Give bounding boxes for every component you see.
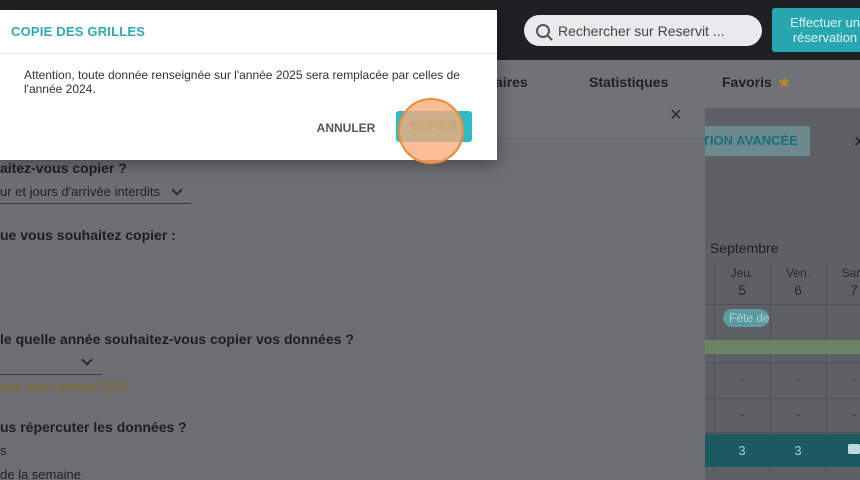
stock-value[interactable]: 3 (716, 443, 768, 458)
grid-line (705, 304, 860, 305)
year-select-underline[interactable] (0, 374, 102, 375)
day-header: Jeu. 5 (716, 266, 768, 298)
day-number: 5 (738, 282, 746, 298)
search-placeholder: Rechercher sur Reservit ... (558, 22, 725, 39)
cell-value: - (852, 372, 856, 386)
cell-value: - (852, 407, 856, 421)
day-name: Ven. (785, 266, 811, 280)
day-header: Ven. 6 (772, 266, 824, 298)
modal-warning-text: Attention, toute donnée renseignée sur l… (24, 68, 460, 96)
tab-favorites-label: Favoris (722, 74, 772, 90)
reserve-label-line1: Effectuer un (790, 15, 860, 30)
select-underline (0, 203, 191, 204)
grid-line (705, 398, 860, 399)
lock-icon (848, 444, 860, 454)
cell-value: - (740, 372, 744, 386)
tab-statistics[interactable]: Statistiques (589, 74, 668, 90)
chevron-down-icon[interactable] (171, 184, 183, 196)
question-apply-data: us répercuter les données ? (0, 419, 187, 435)
cell-value: - (796, 407, 800, 421)
tab-favorites[interactable]: Favoris ★ (722, 74, 790, 91)
apply-option[interactable]: de la semaine (0, 467, 81, 480)
close-icon[interactable]: × (670, 104, 682, 127)
copy-button[interactable] (396, 111, 472, 142)
chevron-down-icon[interactable] (81, 354, 93, 366)
modal-divider (0, 53, 497, 54)
copy-type-select[interactable]: ur et jours d'arrivée interdits (0, 184, 160, 199)
question-what-to-copy: aitez-vous copier ? (0, 160, 127, 176)
grid-line (705, 432, 860, 433)
availability-bar (705, 340, 860, 354)
question-what-to-copy-detail: ue vous souhaitez copier : (0, 227, 176, 243)
cell-value: - (740, 407, 744, 421)
event-badge[interactable]: Fête de (723, 309, 769, 327)
grid-line (705, 362, 860, 363)
reserve-label-line2: réservation (792, 30, 858, 45)
day-name: Sam (841, 266, 860, 280)
search-input[interactable]: Rechercher sur Reservit ... (524, 15, 762, 46)
day-number: 6 (794, 282, 802, 298)
search-icon (536, 23, 550, 38)
stock-value[interactable]: 3 (772, 443, 824, 458)
advanced-search-button[interactable]: TION AVANCÉE (696, 126, 810, 156)
day-header: Sam 7 (828, 266, 860, 298)
year-hint: ées pour l'année 2025 (0, 379, 129, 394)
cell-value: - (796, 372, 800, 386)
modal-title: COPIE DES GRILLES (11, 24, 146, 39)
day-name: Jeu. (730, 266, 754, 280)
apply-option[interactable]: s (0, 443, 7, 458)
star-icon: ★ (777, 74, 791, 90)
confirm-copy-modal: COPIE DES GRILLES Attention, toute donné… (0, 10, 497, 164)
question-source-year: le quelle année souhaitez-vous copier vo… (0, 331, 354, 347)
tab-tarifs[interactable]: aires (495, 74, 528, 90)
calendar-month: Septembre (710, 240, 779, 256)
day-number: 7 (850, 282, 858, 298)
make-reservation-button[interactable]: Effectuer un réservation (772, 8, 860, 52)
cancel-button[interactable]: ANNULER (306, 113, 386, 143)
close-icon[interactable]: ✕ (853, 132, 860, 152)
